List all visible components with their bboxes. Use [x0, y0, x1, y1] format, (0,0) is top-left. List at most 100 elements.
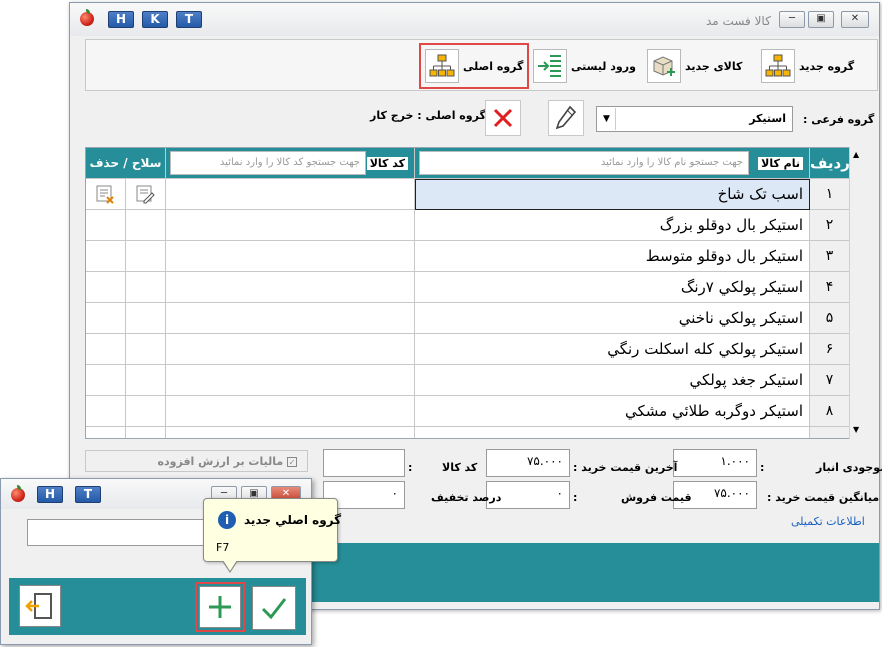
t-button[interactable]: T	[176, 11, 202, 28]
code-label: کد کالا	[442, 461, 478, 474]
close-icon	[493, 108, 513, 128]
checkmark-icon	[261, 598, 287, 620]
row-delete	[86, 272, 126, 303]
header-row-number: ردیف	[810, 148, 850, 179]
pencil-icon	[555, 105, 577, 130]
main-group-field-label: گروه اصلی :	[417, 109, 486, 122]
minimize-button[interactable]: ─	[779, 11, 805, 28]
delete-button[interactable]	[485, 100, 521, 136]
row-number: ۶	[810, 334, 850, 365]
new-group-label: گروه جدید	[799, 59, 855, 73]
row-edit	[126, 365, 166, 396]
row-edit	[126, 396, 166, 427]
row-edit	[126, 272, 166, 303]
table-row[interactable]: ۱ اسب تک شاخ	[86, 179, 850, 210]
table-row[interactable]: ۷ استيكر جغد پولكي	[86, 365, 850, 396]
delete-row-icon	[96, 185, 114, 204]
discount-label: درصد تخفیف	[431, 491, 502, 504]
chevron-down-icon[interactable]: ▼	[598, 108, 616, 130]
stock-colon: :	[760, 461, 765, 474]
row-number: ۲	[810, 210, 850, 241]
sale-price-label: قیمت فروش	[621, 491, 692, 504]
sub-group-value: استیکر	[749, 112, 786, 125]
row-number: ۱	[810, 179, 850, 210]
row-code	[166, 210, 415, 241]
row-edit[interactable]	[126, 179, 166, 210]
maximize-button[interactable]: ▣	[808, 11, 834, 28]
row-name: استيكر جغد پولكي	[415, 365, 810, 396]
row-delete	[86, 241, 126, 272]
add-button[interactable]	[195, 582, 245, 632]
confirm-button[interactable]	[252, 586, 296, 630]
row-name: استيكر بال دوقلو بزرگ	[415, 210, 810, 241]
edit-row-icon	[136, 185, 155, 204]
table-row[interactable]: ۳ استيكر بال دوقلو متوسط	[86, 241, 850, 272]
code-field[interactable]	[323, 449, 405, 477]
window-title: کالا فست مد	[706, 14, 771, 28]
last-price-field: ۷۵.۰۰۰	[486, 449, 570, 477]
code-search-input[interactable]: جهت جستجو کد کالا را وارد نمائید	[170, 151, 366, 175]
new-item-button[interactable]: کالای جدید	[647, 46, 742, 86]
vat-checkbox[interactable]: ✓ مالیات بر ارزش افزوده	[158, 455, 297, 468]
table-row[interactable]: ۶ استيكر پولكي كله اسكلت رنگي	[86, 334, 850, 365]
h-button[interactable]: H	[108, 11, 134, 28]
scroll-up-icon[interactable]: ▲	[853, 150, 859, 159]
last-price-label: آخرین قیمت خرید :	[573, 461, 678, 474]
tooltip: i گروه اصلي جديد F7	[203, 498, 341, 573]
sub-group-label: گروه فرعی :	[803, 113, 875, 126]
toolbar: گروه جدید کالای جدید ورود لیستی گروه اصل…	[85, 39, 878, 91]
main-group-field: گروه اصلی : خرج کار	[370, 109, 486, 122]
row-delete	[86, 303, 126, 334]
row-delete[interactable]	[86, 179, 126, 210]
edit-button[interactable]	[548, 100, 584, 136]
row-edit	[126, 241, 166, 272]
items-table: ردیف جهت جستجو نام کالا را وارد نمائید ن…	[85, 147, 865, 439]
row-delete	[86, 365, 126, 396]
header-name: جهت جستجو نام کالا را وارد نمائید نام کا…	[415, 148, 810, 179]
t-button[interactable]: T	[75, 486, 101, 503]
row-code	[166, 303, 415, 334]
tooltip-pointer-fill	[223, 560, 237, 571]
list-entry-button[interactable]: ورود لیستی	[533, 46, 636, 86]
main-group-field-value: خرج کار	[370, 109, 414, 122]
new-group-button[interactable]: گروه جدید	[761, 46, 854, 86]
box-add-icon	[647, 49, 681, 83]
vertical-scrollbar[interactable]: ▲ ▼	[849, 147, 865, 439]
table-row[interactable]: ۲ استيكر بال دوقلو بزرگ	[86, 210, 850, 241]
title-bar: H K T کالا فست مد ─ ▣ ✕	[70, 3, 879, 36]
table-row[interactable]: ۵ استيكر پولكي ناخني	[86, 303, 850, 334]
row-edit	[126, 303, 166, 334]
h-button[interactable]: H	[37, 486, 63, 503]
row-code	[166, 396, 415, 427]
sub-group-select[interactable]: ▼ استیکر	[596, 106, 793, 132]
scroll-down-icon[interactable]: ▼	[853, 425, 859, 434]
plus-icon	[199, 586, 241, 628]
row-code	[166, 241, 415, 272]
row-edit	[126, 334, 166, 365]
extra-info-link[interactable]: اطلاعات تکمیلی	[791, 515, 865, 528]
hierarchy-icon	[761, 49, 795, 83]
name-search-input[interactable]: جهت جستجو نام کالا را وارد نمائید	[419, 151, 749, 175]
k-button[interactable]: K	[142, 11, 168, 28]
stock-label: موجودی انبار	[816, 461, 882, 474]
tooltip-shortcut: F7	[216, 541, 230, 554]
table-row[interactable]: ۸ استيكر دوگربه طلائي مشكي	[86, 396, 850, 427]
row-delete	[86, 210, 126, 241]
app-icon	[80, 9, 94, 26]
checkbox-icon: ✓	[287, 457, 297, 467]
header-actions: سلاح / حذف	[86, 148, 166, 179]
main-group-button[interactable]: گروه اصلی	[419, 43, 530, 89]
exit-button[interactable]	[19, 585, 61, 627]
row-number: ۷	[810, 365, 850, 396]
row-name: استيكر پولكي كله اسكلت رنگي	[415, 334, 810, 365]
row-name: استيكر بال دوقلو متوسط	[415, 241, 810, 272]
dialog-bottom-bar	[9, 578, 306, 635]
vat-box: ✓ مالیات بر ارزش افزوده	[85, 450, 308, 472]
row-delete	[86, 396, 126, 427]
app-icon	[11, 485, 25, 502]
close-button[interactable]: ✕	[841, 11, 869, 28]
stock-field: ۱.۰۰۰	[673, 449, 757, 477]
code-header-label: کد کالا	[366, 157, 408, 170]
sale-price-colon: :	[573, 491, 578, 504]
table-row[interactable]: ۴ استيكر پولكي ۷رنگ	[86, 272, 850, 303]
